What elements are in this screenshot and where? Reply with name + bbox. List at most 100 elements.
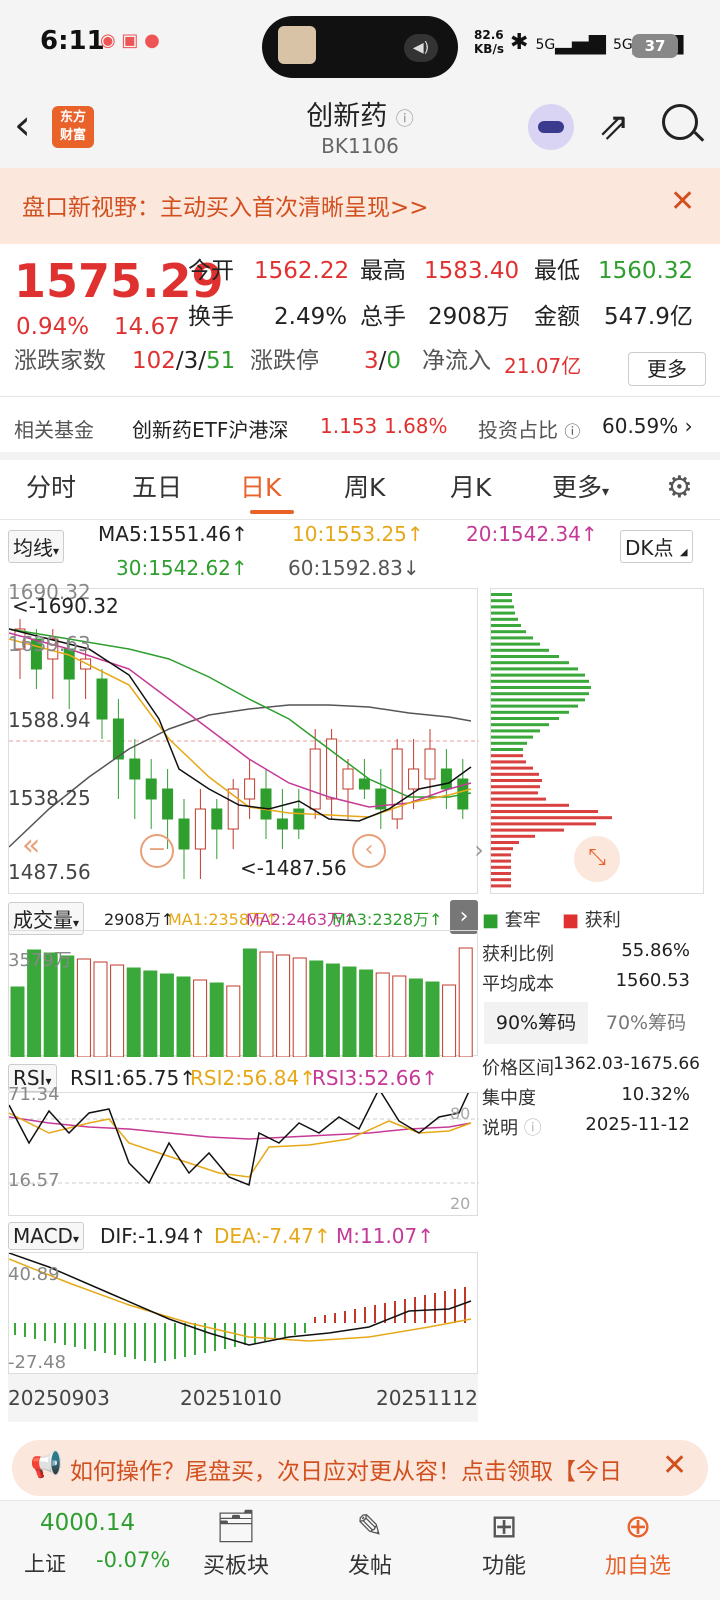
macd-chart[interactable] (8, 1252, 478, 1374)
chip-bar (491, 791, 538, 795)
chip-70-button[interactable]: 70%筹码 (590, 1002, 702, 1044)
nav-functions[interactable]: ⊞ 功能 (454, 1504, 554, 1580)
ad-text[interactable]: 如何操作？尾盘买，次日应对更从容！点击领取【今日 (70, 1452, 656, 1486)
volume-bar (76, 958, 91, 1058)
nav-add-watchlist[interactable]: ⊕ 加自选 (588, 1504, 688, 1580)
chip-bar (491, 872, 511, 875)
chip-bar (491, 710, 569, 714)
next-icon[interactable]: › (466, 834, 492, 868)
prev-icon[interactable]: ‹ (352, 834, 386, 868)
macd-m: M:11.07↑ (336, 1224, 435, 1248)
expand-icon[interactable]: ⤡ (574, 836, 620, 882)
ad-close-icon[interactable]: ✕ (662, 1448, 687, 1483)
volume-axis-top: 3579万 (8, 950, 72, 971)
netflow-label: 净流入 (422, 348, 491, 374)
ma30-value: 30:1542.62↑ (116, 556, 248, 580)
chip-bar (491, 630, 526, 634)
volume-bar (292, 957, 307, 1058)
more-button[interactable]: 更多 (628, 352, 706, 386)
candle (162, 788, 174, 820)
candle (358, 778, 370, 790)
volume-ma3: MA3:2328万↑ (332, 910, 443, 929)
chip-bar (491, 617, 518, 621)
assistant-robot-icon[interactable] (528, 104, 574, 150)
k-axis-bottom: 1487.56 (8, 860, 91, 884)
k-high-marker: <-1690.32 (12, 594, 119, 618)
tab-weekly-k[interactable]: 周K (344, 468, 385, 504)
volume-bar (259, 951, 274, 1058)
nav-buy-sector[interactable]: 🗂 买板块 (186, 1504, 286, 1580)
volume-bar (425, 981, 440, 1058)
candle (211, 808, 223, 830)
macd-dea: DEA:-7.47↑ (214, 1224, 331, 1248)
rsi-svg (8, 1086, 479, 1187)
k-axis-2: 1639.63 (8, 632, 91, 656)
volume-chart[interactable] (8, 930, 478, 1058)
chip-bar (491, 884, 511, 888)
date-mid: 20251010 (180, 1386, 282, 1410)
fund-pct: 1.68% (384, 414, 448, 438)
zoom-out-icon[interactable]: − (140, 834, 174, 868)
chip-bar (491, 735, 533, 739)
rsi1-value: RSI1:65.75↑ (70, 1066, 196, 1090)
section-gap (0, 452, 720, 460)
profit-ratio-value: 55.86% (621, 940, 690, 961)
volume-bar (209, 982, 224, 1058)
chip-bar (491, 810, 598, 813)
search-icon[interactable] (662, 104, 698, 140)
chip-bar (491, 599, 512, 603)
chip-bar (491, 859, 511, 863)
nav-post[interactable]: ✎ 发帖 (320, 1504, 420, 1580)
chip-bar (491, 841, 519, 844)
limit-label: 涨跌停 (250, 348, 319, 374)
share-icon[interactable]: ⇗ (598, 106, 630, 146)
candle (408, 768, 420, 790)
mute-icon[interactable]: ◀) (404, 34, 438, 62)
fund-price: 1.153 (320, 414, 378, 438)
chip-bar (491, 754, 523, 758)
rsi-axis-bottom: 16.57 (8, 1170, 60, 1191)
macd-selector[interactable]: MACD▾ (8, 1222, 84, 1250)
index-name[interactable]: 上证 (24, 1548, 66, 1578)
tab-monthly-k[interactable]: 月K (450, 468, 491, 504)
index-pct[interactable]: -0.07% (96, 1548, 170, 1572)
ratio-label[interactable]: 投资占比 ⓘ (478, 414, 580, 443)
tab-more[interactable]: 更多▾ (552, 468, 609, 504)
limit-count: 3/0 (364, 348, 402, 374)
chip-bar (491, 748, 523, 751)
close-icon[interactable]: ✕ (670, 184, 695, 219)
chip-bar (491, 692, 589, 696)
grid-icon: ⊞ (490, 1507, 518, 1545)
ma10-value: 10:1553.25↑ (292, 522, 424, 546)
net-speed: 82.6 KB/s (474, 28, 504, 56)
tab-daily-k[interactable]: 日K (240, 468, 281, 504)
rsi-level-80: 80 (450, 1104, 471, 1123)
chip-bar (491, 853, 511, 857)
ma-selector[interactable]: 均线▾ (8, 530, 65, 563)
expand-indicators-icon[interactable]: › (450, 900, 478, 934)
ratio-value[interactable]: 60.59% › (602, 414, 693, 438)
fund-name[interactable]: 创新药ETF沪港深 (132, 414, 288, 443)
settings-gear-icon[interactable]: ⚙ (666, 470, 693, 505)
rsi-chart[interactable] (8, 1086, 479, 1216)
index-value[interactable]: 4000.14 (40, 1510, 135, 1536)
dk-point-toggle[interactable]: DK点 ◢ (620, 530, 693, 563)
updown-count: 102/3/51 (132, 348, 236, 374)
candle (293, 808, 305, 830)
volume-bar (159, 973, 174, 1058)
chip-bar (491, 679, 589, 683)
chip-90-button[interactable]: 90%筹码 (484, 1002, 588, 1044)
date-start: 20250903 (8, 1386, 110, 1410)
scroll-left-icon[interactable]: « (22, 828, 40, 863)
amount-label: 金额 (534, 304, 580, 330)
tab-5day[interactable]: 五日 (132, 468, 182, 504)
concentration-value: 10.32% (621, 1084, 690, 1105)
volume-bar (458, 947, 473, 1058)
amount-value: 547.9亿 (604, 304, 693, 330)
chip-bar (491, 878, 511, 882)
live-avatar-icon[interactable] (278, 26, 316, 64)
banner-text[interactable]: 盘口新视野：主动买入首次清晰呈现>> (22, 188, 429, 222)
note-date: 2025-11-12 (585, 1114, 690, 1135)
tab-intraday[interactable]: 分时 (26, 468, 76, 504)
rsi-axis-top: 71.34 (8, 1084, 60, 1105)
